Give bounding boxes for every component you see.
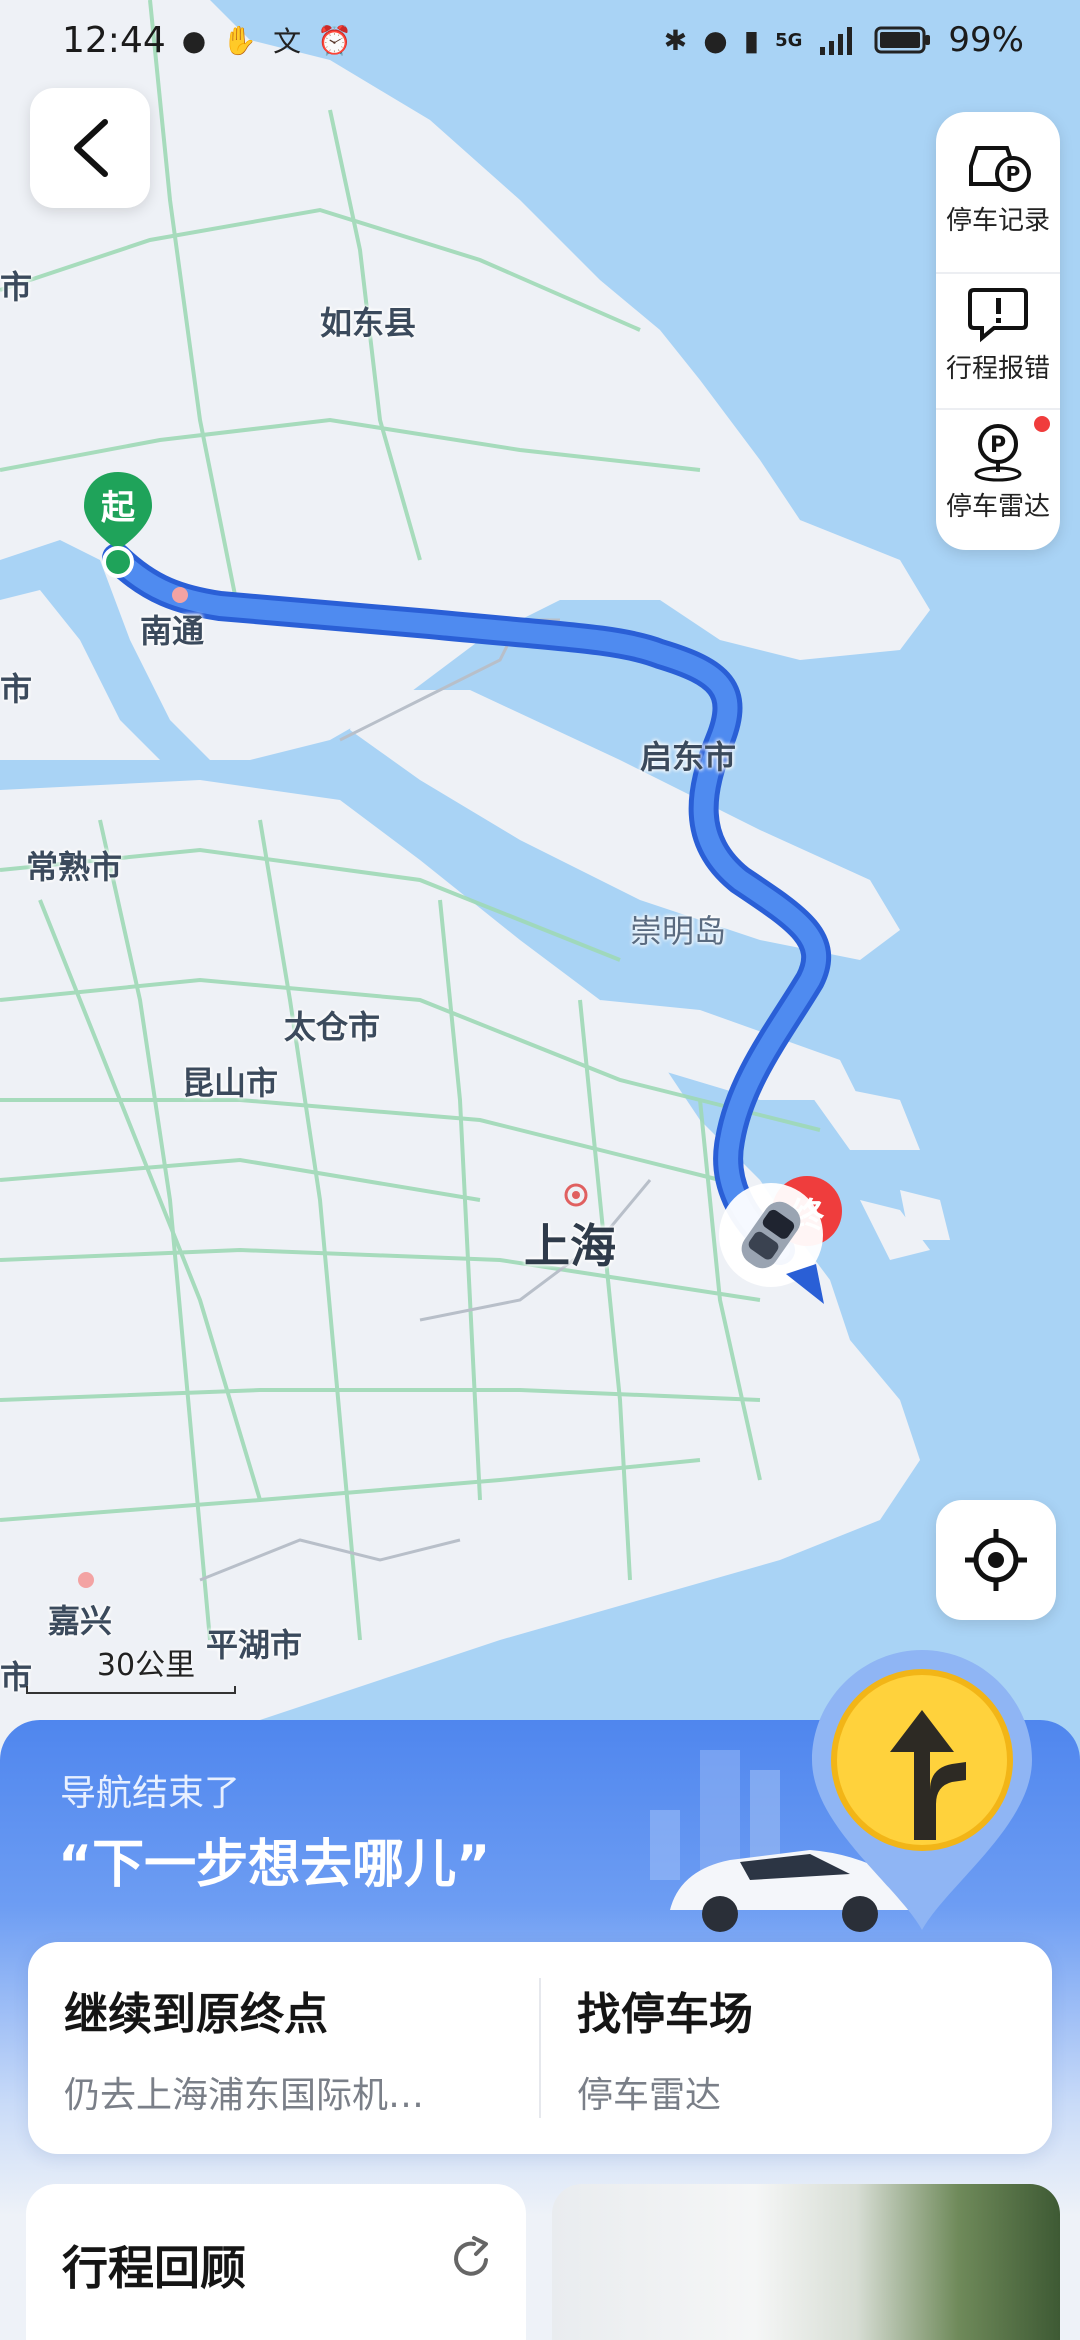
locate-button[interactable] (936, 1500, 1056, 1620)
signal-icon (820, 27, 853, 55)
scale-label: 30公里 (96, 1648, 196, 1683)
place-changshu: 常熟市 (26, 848, 123, 886)
find-parking-option[interactable]: 找停车场 停车雷达 (539, 1978, 1052, 2118)
status-time: 12:44 (62, 19, 166, 61)
continue-destination-title: 继续到原终点 (64, 1989, 328, 2040)
crosshair-icon (965, 1529, 1027, 1591)
location-icon: ● (703, 23, 728, 57)
heading-arrow-icon (780, 1260, 828, 1312)
next-options-card: 继续到原终点 仍去上海浦东国际机… 找停车场 停车雷达 (28, 1942, 1052, 2154)
parking-radar-label: 停车雷达 (945, 492, 1050, 522)
map-canvas (0, 0, 1080, 1760)
bluetooth-icon: ✱ (663, 23, 688, 57)
place-edge-1: 市 (0, 268, 33, 306)
share-icon[interactable] (448, 2234, 496, 2282)
parking-radar-icon: P (974, 424, 1022, 482)
parking-record-button[interactable]: P 停车记录 (936, 136, 1060, 272)
back-button[interactable] (30, 88, 150, 208)
hand-icon: ✋ (222, 23, 258, 57)
place-taicang: 太仓市 (284, 1008, 381, 1046)
report-error-label: 行程报错 (945, 354, 1050, 384)
scale-line (26, 1686, 236, 1694)
side-panel: P 停车记录 行程报错 P 停车雷达 (936, 112, 1060, 550)
find-parking-sub: 停车雷达 (577, 2075, 722, 2116)
svg-text:P: P (990, 433, 1006, 458)
battery-icon (874, 26, 931, 54)
place-nantong: 南通 (140, 612, 205, 650)
bottom-sheet: 导航结束了 “下一步想去哪儿” 继续到原终点 仍去上海浦东国际机… 找停车场 停… (0, 1650, 1080, 2340)
place-edge-2: 市 (0, 670, 33, 708)
place-kunshan: 昆山市 (182, 1064, 279, 1102)
place-chongming: 崇明岛 (630, 912, 727, 950)
map-scale: 30公里 (26, 1640, 236, 1694)
wechat-icon: ● (181, 23, 207, 57)
start-marker-label: 起 (101, 488, 135, 528)
place-jiaxing: 嘉兴 (48, 1602, 113, 1640)
promo-photo-card[interactable] (552, 2184, 1060, 2340)
find-parking-title: 找停车场 (577, 1989, 753, 2040)
trip-review-card[interactable]: 行程回顾 (26, 2184, 526, 2340)
place-shanghai: 上海 (524, 1219, 616, 1273)
map-view[interactable]: 如东县 南通 启东市 常熟市 崇明岛 太仓市 昆山市 上海 嘉兴 平湖市 市 市… (0, 0, 1080, 1760)
report-error-button[interactable]: 行程报错 (936, 272, 1060, 408)
chevron-left-icon (74, 119, 108, 177)
translate-icon: 文 (273, 25, 302, 58)
place-qidong: 启东市 (640, 738, 737, 776)
parking-record-label: 停车记录 (945, 206, 1050, 236)
start-marker[interactable]: 起 (82, 470, 154, 580)
svg-text:P: P (1006, 162, 1021, 186)
status-bar: 12:44 ● ✋ 文 ⏰ ✱ ● ▮ 5G 99% (0, 0, 1080, 80)
alarm-icon: ⏰ (317, 23, 352, 57)
parking-record-icon: P (969, 146, 1031, 192)
battery-level: 99% (948, 20, 1024, 60)
next-step-arrow-icon (812, 1650, 1032, 1930)
notification-dot (1034, 416, 1050, 432)
vibrate-icon: ▮ (743, 23, 760, 57)
place-rudong: 如东县 (320, 304, 417, 342)
next-destination-prompt: “下一步想去哪儿” (58, 1835, 491, 1895)
report-error-icon (968, 288, 1028, 343)
network-type: 5G (775, 29, 803, 51)
continue-destination-sub: 仍去上海浦东国际机… (64, 2075, 425, 2116)
parking-radar-button[interactable]: P 停车雷达 (936, 408, 1060, 544)
nav-ended-text: 导航结束了 (60, 1773, 241, 1814)
continue-destination-option[interactable]: 继续到原终点 仍去上海浦东国际机… (28, 1942, 539, 2154)
